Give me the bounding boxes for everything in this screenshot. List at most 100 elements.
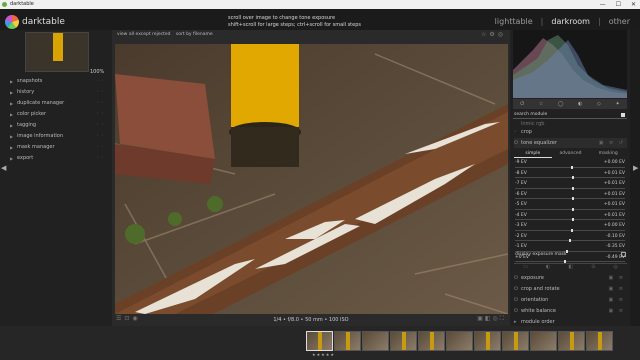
- module-crop-and-rotate[interactable]: ⏻ crop and rotate ▣ ≡: [514, 284, 627, 294]
- left-module-color-picker[interactable]: ▶ color picker ◦◦: [8, 109, 108, 120]
- ev-slider-row[interactable]: -8 EV +0.01 EV: [514, 169, 627, 179]
- module-state-icons: ◦◦: [96, 89, 106, 95]
- ev-slider-track[interactable]: [515, 177, 625, 178]
- view-switcher: lighttable | darkroom | other: [495, 17, 630, 26]
- minimize-button[interactable]: —: [600, 0, 606, 9]
- ev-slider-row[interactable]: -6 EV +0.01 EV: [514, 190, 627, 200]
- filmstrip-thumbnail[interactable]: [502, 331, 529, 351]
- left-panel-collapse-icon[interactable]: ◀: [1, 164, 6, 172]
- circle-icon[interactable]: ◎: [498, 31, 506, 38]
- ev-slider-row[interactable]: -9 EV +0.00 EV: [514, 158, 627, 169]
- module-exposure[interactable]: ⏻ exposure ▣ ≡: [514, 273, 627, 283]
- tab-simple[interactable]: simple: [514, 149, 552, 158]
- fullscreen-icon[interactable]: ⛶: [500, 315, 506, 322]
- module-state-icons: ◦◦: [96, 133, 106, 139]
- filter-select[interactable]: all except rejected: [129, 32, 171, 37]
- correct-icon[interactable]: ◇: [597, 99, 601, 109]
- gear-icon[interactable]: ⚙: [489, 31, 497, 38]
- rating-stars[interactable]: ★★★★★: [312, 352, 335, 357]
- left-module-duplicate-manager[interactable]: ▶ duplicate manager ◦◦: [8, 98, 108, 109]
- top-bar: darktable scroll over image to change to…: [0, 9, 640, 30]
- module-tone-equalizer[interactable]: ⏻ tone equalizer ▣ ≡ ↺: [514, 138, 627, 148]
- sort-select[interactable]: filename: [193, 32, 213, 37]
- ev-slider-track[interactable]: [515, 208, 625, 210]
- filmstrip-thumbnail[interactable]: [446, 331, 473, 351]
- tab-masking[interactable]: masking: [589, 149, 627, 158]
- photo-render: [115, 44, 508, 314]
- module-header-icons: ▣ ≡: [608, 308, 625, 314]
- module-power-icon[interactable]: ⏻: [514, 273, 518, 283]
- ev-slider-row[interactable]: -7 EV +0.01 EV: [514, 179, 627, 190]
- filmstrip-thumbnail[interactable]: [474, 331, 501, 351]
- filmstrip-thumbnail[interactable]: [558, 331, 585, 351]
- module-header-icons: ▣ ≡ ↺: [598, 140, 625, 146]
- module-power-icon[interactable]: ⏻: [514, 138, 518, 148]
- filmstrip-thumbnail[interactable]: [586, 331, 613, 351]
- module-icon: ◦: [514, 129, 517, 135]
- filmstrip-thumbnail[interactable]: [530, 331, 557, 351]
- left-module-image-information[interactable]: ▶ image information ◦◦: [8, 131, 108, 142]
- module-group-tabs: ⏻ ☆ ◯ ◐ ◇ ✦: [513, 99, 627, 109]
- module-power-icon[interactable]: ⏻: [514, 306, 518, 316]
- left-module-snapshots[interactable]: ▶ snapshots ◦◦: [8, 76, 108, 87]
- ev-slider-track[interactable]: [515, 198, 625, 199]
- left-module-history[interactable]: ▶ history ◦◦: [8, 87, 108, 98]
- filmstrip-thumbnail[interactable]: [306, 331, 333, 351]
- maximize-button[interactable]: ☐: [616, 0, 621, 9]
- filmstrip-thumbnail[interactable]: [334, 331, 361, 351]
- focus-peak-icon[interactable]: ◎: [493, 315, 500, 322]
- star-icon[interactable]: ☆: [539, 99, 543, 109]
- power-icon[interactable]: ⏻: [520, 99, 524, 109]
- module-footer-icons: ▭ ◐ ◧ ⊙ ◎: [514, 263, 627, 272]
- filmstrip-thumbnail[interactable]: [418, 331, 445, 351]
- color-icon[interactable]: ◐: [578, 99, 582, 109]
- right-scrollbar[interactable]: [630, 30, 640, 326]
- circle-icon[interactable]: ◯: [558, 99, 564, 109]
- mask-checkbox[interactable]: [621, 252, 626, 257]
- view-darkroom[interactable]: darkroom: [551, 17, 590, 26]
- search-module-input[interactable]: search module: [513, 111, 627, 119]
- right-panel: ⏻ ☆ ◯ ◐ ◇ ✦ search module lnmic rgb ◦ crop ⏻ to…: [510, 30, 630, 326]
- module-power-icon[interactable]: ⏻: [514, 284, 518, 294]
- histogram[interactable]: [513, 30, 627, 98]
- display-exposure-mask[interactable]: display exposure mask: [515, 252, 626, 257]
- module-state-icons: ◦◦: [96, 155, 106, 161]
- chevron-right-icon: ▶: [10, 134, 14, 139]
- left-module-tagging[interactable]: ▶ tagging ◦◦: [8, 120, 108, 131]
- ev-slider-row[interactable]: -3 EV +0.00 EV: [514, 221, 627, 232]
- ev-slider-track[interactable]: [515, 261, 625, 262]
- ev-slider-list: -9 EV +0.00 EV -8 EV +0.01 EV -7 EV +0.01 EV -…: [514, 158, 627, 263]
- ev-slider-track[interactable]: [515, 187, 625, 189]
- left-module-export[interactable]: ▶ export ◦◦: [8, 153, 108, 164]
- close-button[interactable]: ✕: [631, 0, 636, 9]
- effect-icon[interactable]: ✦: [615, 99, 619, 109]
- module-crop[interactable]: ◦ crop: [514, 127, 627, 137]
- module-orientation[interactable]: ⏻ orientation ▣ ≡: [514, 295, 627, 305]
- gamut-icon[interactable]: ◧: [485, 315, 493, 322]
- window-titlebar: darktable — ☐ ✕: [0, 0, 640, 9]
- right-panel-collapse-icon[interactable]: ▶: [633, 164, 638, 172]
- chevron-right-icon: ▶: [10, 101, 14, 106]
- chevron-right-icon: ▶: [10, 156, 14, 161]
- clear-icon[interactable]: [621, 113, 625, 117]
- view-lighttable[interactable]: lighttable: [495, 17, 533, 26]
- tone-equalizer-tabs: simple advanced masking: [514, 149, 627, 158]
- tab-advanced[interactable]: advanced: [552, 149, 590, 158]
- module-power-icon[interactable]: ⏻: [514, 295, 518, 305]
- filmstrip-thumbnail[interactable]: [362, 331, 389, 351]
- left-module-mask-manager[interactable]: ▶ mask manager ◦◦: [8, 142, 108, 153]
- ev-slider-row[interactable]: -5 EV +0.01 EV: [514, 200, 627, 211]
- module-white-balance[interactable]: ⏻ white balance ▣ ≡: [514, 306, 627, 316]
- ev-slider-track[interactable]: [515, 219, 625, 220]
- main-image[interactable]: [115, 44, 508, 314]
- ev-slider-row[interactable]: -1 EV -0.35 EV: [514, 242, 627, 253]
- zoom-level[interactable]: 100%: [90, 69, 104, 75]
- module-header-icons: ▣ ≡: [608, 297, 625, 303]
- filmstrip-thumbnail[interactable]: [390, 331, 417, 351]
- view-other[interactable]: other: [609, 17, 630, 26]
- module-header-icons: ▣ ≡: [608, 286, 625, 292]
- ev-slider-row[interactable]: -2 EV -0.10 EV: [514, 232, 627, 242]
- navigation-thumbnail[interactable]: [25, 32, 89, 72]
- ev-slider-row[interactable]: -4 EV +0.01 EV: [514, 211, 627, 221]
- softproof-icon[interactable]: ▣: [477, 315, 485, 322]
